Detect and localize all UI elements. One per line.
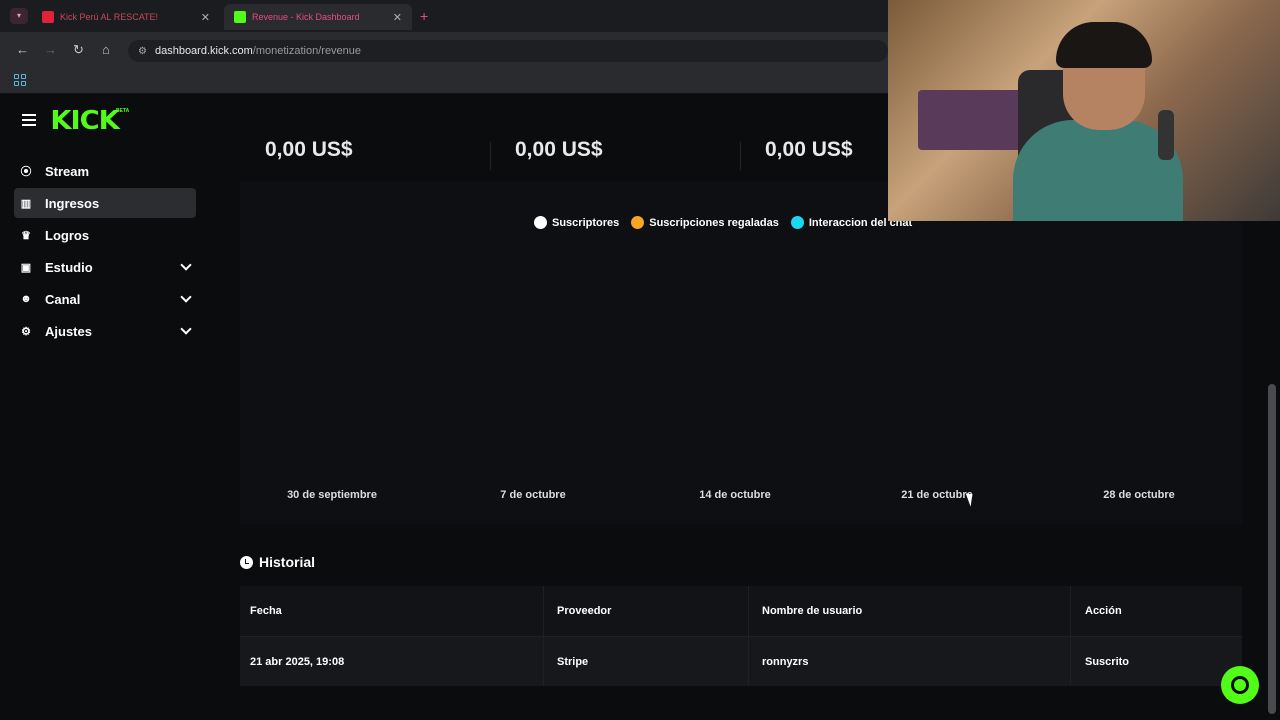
x-tick-label: 21 de octubre bbox=[901, 489, 973, 501]
table-row: 21 abr 2025, 19:08 Stripe ronnyzrs Suscr… bbox=[240, 636, 1242, 686]
trophy-icon: ♛ bbox=[21, 229, 31, 242]
close-icon[interactable]: ✕ bbox=[393, 11, 402, 24]
chevron-down-icon bbox=[180, 323, 192, 335]
back-icon[interactable]: ← bbox=[16, 42, 29, 57]
page-scrollbar[interactable] bbox=[1268, 384, 1276, 714]
kick-logo[interactable]: KICK bbox=[50, 106, 119, 136]
new-tab-button[interactable]: + bbox=[420, 8, 428, 24]
table-cell: ronnyzrs bbox=[749, 637, 1071, 686]
tab-title: Revenue - Kick Dashboard bbox=[252, 12, 360, 22]
youtube-icon bbox=[42, 11, 54, 23]
kick-icon bbox=[234, 11, 246, 23]
broadcast-icon: ⦿ bbox=[20, 166, 32, 178]
history-table: Fecha Proveedor Nombre de usuario Acción… bbox=[240, 586, 1242, 686]
table-header: Fecha Proveedor Nombre de usuario Acción bbox=[240, 586, 1242, 636]
legend-label: Suscriptores bbox=[552, 216, 620, 229]
home-icon[interactable]: ⌂ bbox=[102, 42, 110, 57]
legend-swatch bbox=[534, 216, 547, 229]
legend-item-regaladas[interactable]: Suscripciones regaladas bbox=[631, 216, 779, 229]
table-cell: Stripe bbox=[544, 637, 749, 686]
reload-icon[interactable]: ↻ bbox=[73, 42, 84, 58]
sidebar-item-stream[interactable]: ⦿ Stream bbox=[14, 156, 196, 186]
sidebar-item-logros[interactable]: ♛ Logros bbox=[14, 220, 196, 250]
headset-icon bbox=[1231, 676, 1249, 694]
legend-label: Suscripciones regaladas bbox=[649, 216, 779, 229]
chevron-down-icon bbox=[180, 259, 192, 271]
column-header[interactable]: Fecha bbox=[240, 586, 544, 636]
tab-revenue[interactable]: Revenue - Kick Dashboard ✕ bbox=[224, 4, 412, 30]
column-header[interactable]: Acción bbox=[1071, 586, 1242, 636]
bar-chart-icon: ▥ bbox=[20, 197, 32, 210]
support-chat-button[interactable] bbox=[1221, 666, 1259, 704]
table-cell: Suscrito bbox=[1085, 655, 1130, 668]
tab-search-button[interactable]: ▾ bbox=[10, 8, 28, 24]
sidebar-item-label: Stream bbox=[45, 163, 90, 179]
stat-value: 0,00 US$ bbox=[765, 138, 853, 161]
sidebar-item-label: Estudio bbox=[45, 259, 93, 275]
apps-grid-icon[interactable] bbox=[14, 74, 26, 86]
webcam-person-hair bbox=[1056, 22, 1152, 68]
webcam-microphone bbox=[1158, 110, 1174, 160]
sidebar-item-label: Logros bbox=[45, 227, 90, 243]
sidebar-item-label: Ajustes bbox=[45, 323, 92, 339]
chevron-down-icon bbox=[180, 291, 192, 303]
x-tick-label: 28 de octubre bbox=[1103, 489, 1175, 501]
legend-swatch bbox=[790, 216, 804, 229]
sidebar-item-estudio[interactable]: ▣ Estudio bbox=[14, 252, 196, 282]
history-title: Historial bbox=[259, 554, 316, 570]
url-host: dashboard.kick.com bbox=[154, 45, 253, 57]
x-tick-label: 30 de septiembre bbox=[287, 489, 377, 501]
legend-item-suscriptores[interactable]: Suscriptores bbox=[534, 216, 619, 229]
sidebar: ⦿ Stream ▥ Ingresos ♛ Logros ▣ Estudio ☻… bbox=[0, 154, 210, 348]
menu-icon[interactable] bbox=[22, 114, 36, 129]
url-path: /monetization/revenue bbox=[252, 45, 362, 57]
sidebar-item-ajustes[interactable]: ⚙ Ajustes bbox=[14, 316, 196, 346]
stat-value: 0,00 US$ bbox=[265, 138, 353, 161]
divider bbox=[490, 142, 491, 170]
column-header[interactable]: Nombre de usuario bbox=[749, 586, 1071, 636]
close-icon[interactable]: ✕ bbox=[201, 11, 210, 24]
sidebar-item-label: Canal bbox=[45, 291, 81, 307]
history-heading: Historial bbox=[240, 554, 315, 570]
users-icon: ☻ bbox=[20, 293, 32, 305]
clock-icon bbox=[240, 555, 253, 569]
sidebar-item-canal[interactable]: ☻ Canal bbox=[14, 284, 196, 314]
gear-icon: ⚙ bbox=[21, 325, 31, 338]
forward-icon[interactable]: → bbox=[44, 42, 57, 57]
chart-legend: Suscriptores Suscripciones regaladas Int… bbox=[534, 216, 912, 229]
sidebar-item-label: Ingresos bbox=[45, 195, 100, 211]
beta-badge: BETA bbox=[116, 108, 130, 114]
legend-swatch bbox=[631, 216, 645, 229]
site-info-icon[interactable]: ⚙ bbox=[138, 46, 147, 57]
tab-kick-peru[interactable]: Kick Perú AL RESCATE! ✕ bbox=[32, 4, 220, 30]
x-tick-label: 7 de octubre bbox=[500, 489, 566, 501]
studio-icon: ▣ bbox=[20, 261, 32, 274]
revenue-chart: Suscriptores Suscripciones regaladas Int… bbox=[240, 182, 1242, 524]
divider bbox=[740, 142, 741, 170]
tab-title: Kick Perú AL RESCATE! bbox=[60, 12, 159, 22]
column-header[interactable]: Proveedor bbox=[544, 586, 749, 636]
x-tick-label: 14 de octubre bbox=[699, 489, 771, 501]
table-cell: 21 abr 2025, 19:08 bbox=[240, 637, 544, 686]
sidebar-item-ingresos[interactable]: ▥ Ingresos bbox=[14, 188, 196, 218]
url-bar[interactable]: ⚙ dashboard.kick.com/monetization/revenu… bbox=[128, 40, 888, 62]
stat-value: 0,00 US$ bbox=[515, 138, 603, 161]
webcam-overlay bbox=[888, 0, 1280, 221]
